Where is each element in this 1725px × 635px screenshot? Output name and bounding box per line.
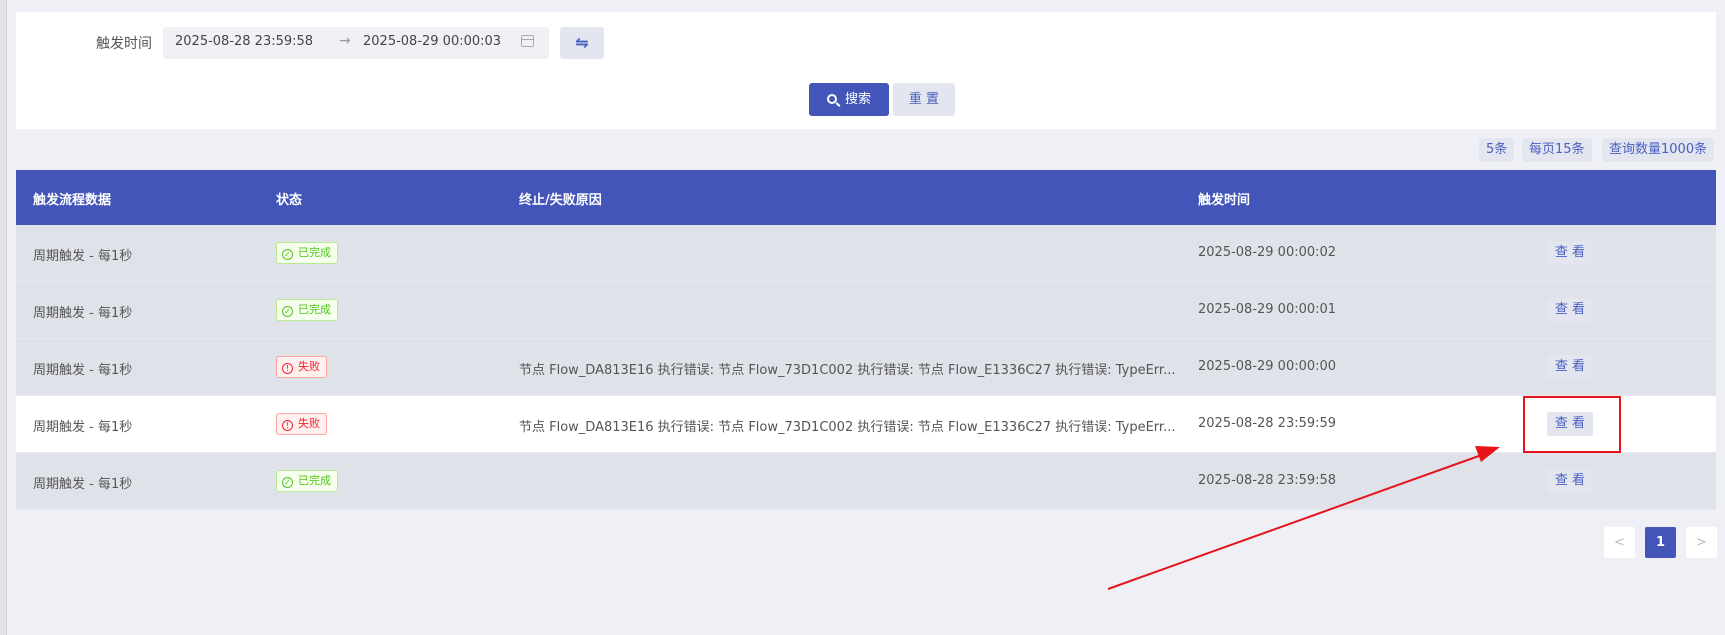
table-row: 周期触发 - 每1秒 ✓ 已完成 2025-08-29 00:00:02 查 看	[16, 225, 1716, 282]
cell-trigger-time: 2025-08-29 00:00:02	[1198, 245, 1337, 260]
status-badge: ✓ 已完成	[276, 242, 338, 264]
view-button[interactable]: 查 看	[1547, 412, 1593, 436]
search-icon	[826, 94, 837, 104]
table-row: 周期触发 - 每1秒 ✓ 已完成 2025-08-29 00:00:01 查 看	[16, 282, 1716, 339]
cell-trigger-data: 周期触发 - 每1秒	[33, 420, 133, 435]
exclamation-circle-icon: !	[282, 363, 293, 374]
status-badge: ! 失败	[276, 413, 327, 435]
column-header-time: 触发时间	[1198, 193, 1251, 208]
column-header-reason: 终止/失败原因	[519, 193, 602, 208]
date-range-picker[interactable]: 2025-08-28 23:59:58 → 2025-08-29 00:00:0…	[163, 27, 549, 59]
exclamation-circle-icon: !	[282, 420, 293, 431]
swap-button[interactable]: ⇋	[560, 27, 604, 59]
cell-trigger-time: 2025-08-29 00:00:00	[1198, 359, 1337, 374]
check-circle-icon: ✓	[282, 477, 293, 488]
column-header-data: 触发流程数据	[33, 193, 112, 208]
left-frame-edge	[0, 0, 7, 635]
query-limit-tag: 查询数量1000条	[1602, 138, 1715, 162]
status-badge: ✓ 已完成	[276, 299, 338, 321]
cell-trigger-data: 周期触发 - 每1秒	[33, 477, 133, 492]
view-button[interactable]: 查 看	[1547, 241, 1593, 265]
table-row: 周期触发 - 每1秒 ! 失败 节点 Flow_DA813E16 执行错误: 节点…	[16, 396, 1716, 453]
cell-trigger-data: 周期触发 - 每1秒	[33, 363, 133, 378]
view-button[interactable]: 查 看	[1547, 355, 1593, 379]
check-circle-icon: ✓	[282, 249, 293, 260]
cell-trigger-data: 周期触发 - 每1秒	[33, 306, 133, 321]
total-count-tag: 5条	[1479, 138, 1515, 162]
prev-page-button[interactable]: <	[1604, 527, 1635, 558]
calendar-icon[interactable]	[521, 35, 534, 47]
view-button[interactable]: 查 看	[1547, 298, 1593, 322]
table-row: 周期触发 - 每1秒 ! 失败 节点 Flow_DA813E16 执行错误: 节点…	[16, 339, 1716, 396]
status-badge: ✓ 已完成	[276, 470, 338, 492]
status-badge-label: 失败	[298, 417, 320, 430]
end-date-input[interactable]: 2025-08-29 00:00:03	[363, 34, 501, 49]
search-button-label: 搜索	[844, 92, 871, 107]
column-header-status: 状态	[276, 193, 303, 208]
status-badge: ! 失败	[276, 356, 327, 378]
filter-panel: 触发时间 2025-08-28 23:59:58 → 2025-08-29 00…	[16, 12, 1716, 129]
status-badge-label: 失败	[298, 360, 320, 373]
range-arrow-icon: →	[339, 33, 351, 49]
cell-trigger-time: 2025-08-29 00:00:01	[1198, 302, 1337, 317]
page-size-tag: 每页15条	[1522, 138, 1592, 162]
status-badge-label: 已完成	[298, 474, 331, 487]
next-page-button[interactable]: >	[1686, 527, 1717, 558]
table-header: 触发流程数据 状态 终止/失败原因 触发时间	[16, 170, 1716, 225]
cell-trigger-time: 2025-08-28 23:59:58	[1198, 473, 1337, 488]
search-button[interactable]: 搜索	[809, 83, 889, 116]
cell-trigger-time: 2025-08-28 23:59:59	[1198, 416, 1337, 431]
status-badge-label: 已完成	[298, 246, 331, 259]
status-badge-label: 已完成	[298, 303, 331, 316]
view-button[interactable]: 查 看	[1547, 469, 1593, 493]
cell-reason: 节点 Flow_DA813E16 执行错误: 节点 Flow_73D1C002 …	[519, 420, 1176, 435]
check-circle-icon: ✓	[282, 306, 293, 317]
start-date-input[interactable]: 2025-08-28 23:59:58	[175, 34, 313, 49]
reset-button[interactable]: 重 置	[893, 83, 955, 116]
results-table: 触发流程数据 状态 终止/失败原因 触发时间 周期触发 - 每1秒 ✓ 已完成 2…	[16, 170, 1716, 510]
cell-trigger-data: 周期触发 - 每1秒	[33, 249, 133, 264]
page-1-button[interactable]: 1	[1645, 527, 1676, 558]
cell-reason: 节点 Flow_DA813E16 执行错误: 节点 Flow_73D1C002 …	[519, 363, 1176, 378]
table-row: 周期触发 - 每1秒 ✓ 已完成 2025-08-28 23:59:58 查 看	[16, 453, 1716, 510]
